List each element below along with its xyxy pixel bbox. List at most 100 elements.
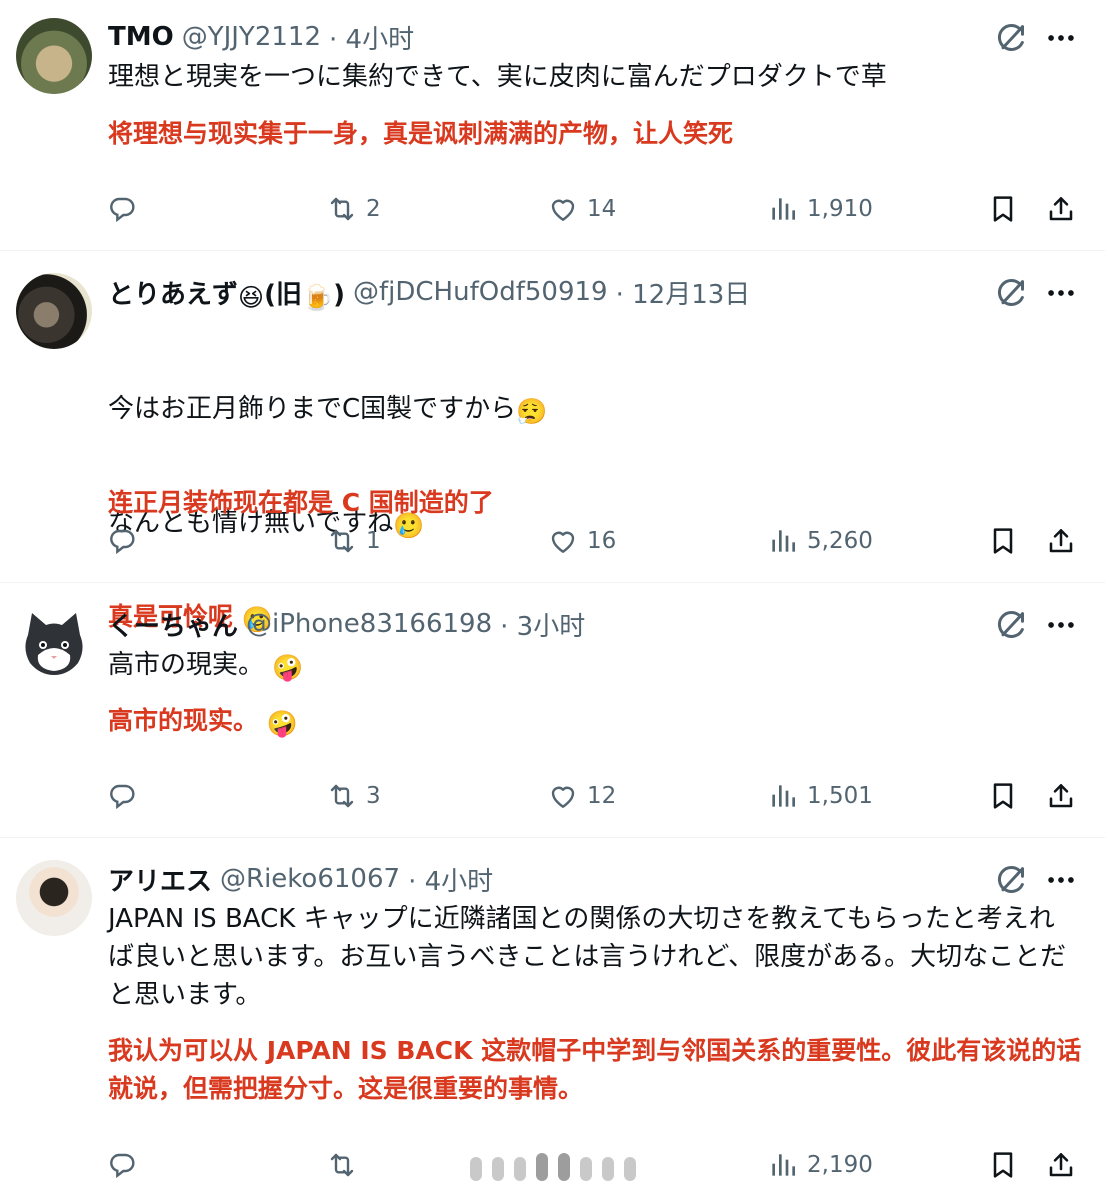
share-icon	[1045, 780, 1077, 812]
share-button[interactable]	[1045, 776, 1077, 816]
zany-face-emoji: 🤪	[272, 653, 304, 682]
reply-button[interactable]	[106, 776, 146, 816]
reply-icon	[106, 525, 138, 557]
display-name[interactable]: くーちゃん	[108, 606, 238, 643]
display-name[interactable]: とりあえず😆(旧🍺)	[108, 274, 345, 311]
display-name-text: とりあえず	[108, 279, 239, 310]
reply-icon	[106, 780, 138, 812]
timestamp[interactable]: · 3小时	[500, 606, 585, 643]
reply-button[interactable]	[106, 189, 146, 229]
tweet-header: アリエス @Rieko61067 · 4小时	[108, 861, 493, 897]
beer-mug-emoji: 🍺	[301, 282, 334, 312]
reply-button[interactable]	[106, 1145, 146, 1185]
views-button[interactable]: 1,501	[767, 776, 873, 816]
timestamp[interactable]: · 4小时	[408, 861, 493, 898]
handle[interactable]: @fjDCHufOdf50919	[353, 277, 608, 307]
tweet-text: 高市の現実。 🤪	[108, 646, 1083, 684]
retweet-button[interactable]	[326, 1145, 366, 1185]
retweet-count: 2	[366, 196, 381, 222]
views-icon	[767, 780, 799, 812]
handle[interactable]: @Rieko61067	[220, 864, 400, 894]
tweet[interactable]: とりあえず😆(旧🍺) @fjDCHufOdf50919 · 12月13日 今はお…	[0, 251, 1105, 632]
avatar[interactable]	[16, 18, 92, 94]
retweet-button[interactable]: 2	[326, 189, 381, 229]
display-name-close: )	[333, 279, 345, 310]
views-icon	[767, 1149, 799, 1181]
like-button[interactable]: 16	[547, 521, 616, 561]
views-button[interactable]: 1,910	[767, 189, 873, 229]
translation-text: 我认为可以从 JAPAN IS BACK 这款帽子中学到与邻国关系的重要性。彼此…	[108, 1036, 1082, 1103]
bookmark-button[interactable]	[987, 776, 1019, 816]
watermark-bar	[602, 1157, 614, 1181]
action-bar: 3 12 1,501	[0, 776, 1105, 816]
tweet[interactable]: TMO @YJJY2112 · 4小时 理想と現実を一つに集約できて、実に皮肉に…	[0, 0, 1105, 250]
views-button[interactable]: 2,190	[767, 1145, 873, 1185]
translation-line: 连正月装饰现在都是 C 国制造的了	[108, 488, 494, 517]
watermark	[470, 1153, 645, 1183]
views-icon	[767, 193, 799, 225]
handle[interactable]: @iPhone83166198	[246, 609, 492, 639]
reply-icon	[106, 1149, 138, 1181]
like-button[interactable]: 12	[547, 776, 616, 816]
watermark-bar	[580, 1157, 592, 1181]
tweet-text: 理想と現実を一つに集約できて、実に皮肉に富んだプロダクトで草	[108, 62, 887, 92]
retweet-button[interactable]: 3	[326, 776, 381, 816]
like-count: 16	[587, 528, 617, 554]
timestamp[interactable]: · 12月13日	[616, 274, 751, 311]
timestamp[interactable]: · 4小时	[329, 19, 414, 56]
display-name[interactable]: TMO	[108, 22, 174, 52]
share-button[interactable]	[1045, 189, 1077, 229]
cat-avatar-icon	[25, 613, 83, 675]
reply-button[interactable]	[106, 521, 146, 561]
retweet-icon	[326, 525, 358, 557]
grok-icon[interactable]	[994, 607, 1030, 643]
watermark-bar	[470, 1157, 482, 1181]
handle[interactable]: @YJJY2112	[182, 22, 321, 52]
share-icon	[1045, 525, 1077, 557]
watermark-bar	[492, 1157, 504, 1181]
bookmark-icon	[987, 1149, 1019, 1181]
avatar[interactable]	[16, 273, 92, 349]
bookmark-icon	[987, 780, 1019, 812]
grok-icon[interactable]	[994, 275, 1030, 311]
more-icon[interactable]	[1044, 607, 1078, 643]
translation-text: 高市的现实。 🤪	[108, 702, 1083, 740]
tweet[interactable]: くーちゃん @iPhone83166198 · 3小时 高市の現実。 🤪 高市的…	[0, 583, 1105, 837]
bookmark-button[interactable]	[987, 1145, 1019, 1185]
heart-icon	[547, 193, 579, 225]
view-count: 1,910	[807, 196, 873, 222]
grok-icon[interactable]	[994, 20, 1030, 56]
retweet-button[interactable]: 1	[326, 521, 381, 561]
more-icon[interactable]	[1044, 275, 1078, 311]
tweet-header: とりあえず😆(旧🍺) @fjDCHufOdf50919 · 12月13日	[108, 274, 750, 310]
reply-icon	[106, 193, 138, 225]
grinning-squint-emoji: 😆	[238, 282, 265, 312]
share-button[interactable]	[1045, 521, 1077, 561]
action-bar: 1 16 5,260	[0, 521, 1105, 561]
avatar[interactable]	[16, 860, 92, 936]
heart-icon	[547, 780, 579, 812]
zany-face-emoji: 🤪	[266, 709, 298, 738]
like-count: 12	[587, 783, 617, 809]
bookmark-button[interactable]	[987, 521, 1019, 561]
more-icon[interactable]	[1044, 20, 1078, 56]
translation-line: 高市的现实。	[108, 706, 259, 735]
tweet-text: JAPAN IS BACK キャップに近隣諸国との関係の大切さを教えてもらったと…	[108, 904, 1067, 1010]
views-icon	[767, 525, 799, 557]
watermark-bar	[558, 1153, 570, 1181]
display-name[interactable]: アリエス	[108, 861, 212, 898]
like-button[interactable]: 14	[547, 189, 616, 229]
tweet[interactable]: アリエス @Rieko61067 · 4小时 JAPAN IS BACK キャッ…	[0, 838, 1105, 1201]
grok-icon[interactable]	[994, 862, 1030, 898]
bookmark-button[interactable]	[987, 189, 1019, 229]
action-bar: 2 14 1,910	[0, 189, 1105, 229]
share-button[interactable]	[1045, 1145, 1077, 1185]
retweet-icon	[326, 780, 358, 812]
views-button[interactable]: 5,260	[767, 521, 873, 561]
more-icon[interactable]	[1044, 862, 1078, 898]
watermark-bar	[624, 1157, 636, 1181]
bookmark-icon	[987, 193, 1019, 225]
view-count: 5,260	[807, 528, 873, 554]
avatar[interactable]	[16, 605, 92, 681]
tweet-header: TMO @YJJY2112 · 4小时	[108, 19, 414, 55]
